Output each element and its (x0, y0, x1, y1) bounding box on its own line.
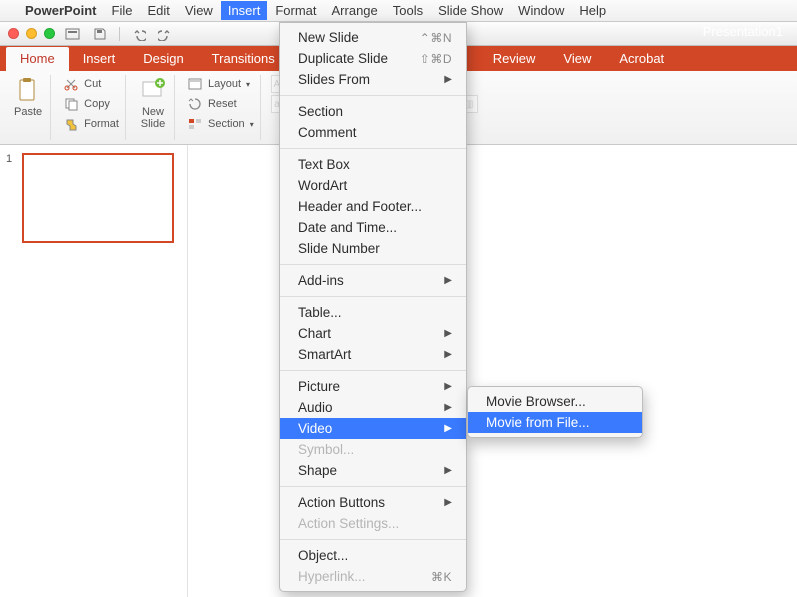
slide-number: 1 (6, 153, 16, 243)
copy-button[interactable]: Copy (61, 95, 121, 113)
menu-separator (280, 148, 466, 149)
paste-button[interactable]: Paste (10, 75, 46, 120)
tab-acrobat[interactable]: Acrobat (605, 47, 678, 71)
reset-button[interactable]: Reset (185, 95, 256, 113)
format-painter-button[interactable]: Format (61, 115, 121, 133)
menu-arrange[interactable]: Arrange (332, 3, 378, 18)
minimize-window-button[interactable] (26, 28, 37, 39)
menu-section[interactable]: Section (280, 101, 466, 122)
insert-menu-dropdown: New Slide⌃⌘N Duplicate Slide⇧⌘D Slides F… (279, 22, 467, 592)
menu-audio[interactable]: Audio▶ (280, 397, 466, 418)
qat-separator (119, 27, 120, 41)
tab-home[interactable]: Home (6, 47, 69, 71)
menu-new-slide[interactable]: New Slide⌃⌘N (280, 27, 466, 48)
document-title: Presentation1 (703, 24, 783, 39)
menu-tools[interactable]: Tools (393, 3, 423, 18)
zoom-window-button[interactable] (44, 28, 55, 39)
slide-thumbnail-1[interactable] (22, 153, 174, 243)
menu-table[interactable]: Table... (280, 302, 466, 323)
quick-access-toolbar (65, 27, 172, 41)
slide-thumbnail-pane[interactable]: 1 (0, 145, 188, 597)
menu-window[interactable]: Window (518, 3, 564, 18)
menu-smartart[interactable]: SmartArt▶ (280, 344, 466, 365)
menu-date-time[interactable]: Date and Time... (280, 217, 466, 238)
menu-duplicate-slide[interactable]: Duplicate Slide⇧⌘D (280, 48, 466, 69)
menu-separator (280, 264, 466, 265)
menu-edit[interactable]: Edit (147, 3, 169, 18)
menu-file[interactable]: File (112, 3, 133, 18)
slide-thumbnail[interactable]: 1 (6, 153, 181, 243)
menu-view[interactable]: View (185, 3, 213, 18)
redo-icon[interactable] (158, 27, 172, 41)
cut-button[interactable]: Cut (61, 75, 121, 93)
menu-add-ins[interactable]: Add-ins▶ (280, 270, 466, 291)
tab-view[interactable]: View (549, 47, 605, 71)
menu-separator (280, 296, 466, 297)
menu-separator (280, 95, 466, 96)
video-submenu: Movie Browser... Movie from File... (467, 386, 643, 438)
menu-action-settings: Action Settings... (280, 513, 466, 534)
menu-separator (280, 486, 466, 487)
undo-icon[interactable] (132, 27, 146, 41)
menu-slide-show[interactable]: Slide Show (438, 3, 503, 18)
menu-hyperlink: Hyperlink...⌘K (280, 566, 466, 587)
menu-insert[interactable]: Insert (221, 1, 268, 20)
menu-comment[interactable]: Comment (280, 122, 466, 143)
paste-label: Paste (14, 106, 42, 118)
menu-video[interactable]: Video▶ (280, 418, 466, 439)
mac-menubar: PowerPoint File Edit View Insert Format … (0, 0, 797, 22)
new-slide-button[interactable]: New Slide (136, 75, 170, 132)
menu-symbol: Symbol... (280, 439, 466, 460)
section-button[interactable]: Section ▾ (185, 115, 256, 133)
submenu-movie-from-file[interactable]: Movie from File... (468, 412, 642, 433)
menu-separator (280, 539, 466, 540)
tab-insert[interactable]: Insert (69, 47, 130, 71)
save-icon[interactable] (93, 27, 107, 41)
layout-button[interactable]: Layout ▾ (185, 75, 256, 93)
menu-header-footer[interactable]: Header and Footer... (280, 196, 466, 217)
autosave-icon[interactable] (65, 27, 81, 41)
tab-transitions[interactable]: Transitions (198, 47, 289, 71)
app-menu[interactable]: PowerPoint (25, 3, 97, 18)
menu-chart[interactable]: Chart▶ (280, 323, 466, 344)
menu-picture[interactable]: Picture▶ (280, 376, 466, 397)
menu-action-buttons[interactable]: Action Buttons▶ (280, 492, 466, 513)
tab-review[interactable]: Review (479, 47, 550, 71)
menu-shape[interactable]: Shape▶ (280, 460, 466, 481)
menu-slides-from[interactable]: Slides From▶ (280, 69, 466, 90)
menu-help[interactable]: Help (579, 3, 606, 18)
menu-text-box[interactable]: Text Box (280, 154, 466, 175)
window-controls (8, 28, 55, 39)
menu-separator (280, 370, 466, 371)
menu-format[interactable]: Format (275, 3, 316, 18)
menu-slide-number[interactable]: Slide Number (280, 238, 466, 259)
submenu-movie-browser[interactable]: Movie Browser... (468, 391, 642, 412)
menu-object[interactable]: Object... (280, 545, 466, 566)
close-window-button[interactable] (8, 28, 19, 39)
menu-wordart[interactable]: WordArt (280, 175, 466, 196)
tab-design[interactable]: Design (129, 47, 197, 71)
